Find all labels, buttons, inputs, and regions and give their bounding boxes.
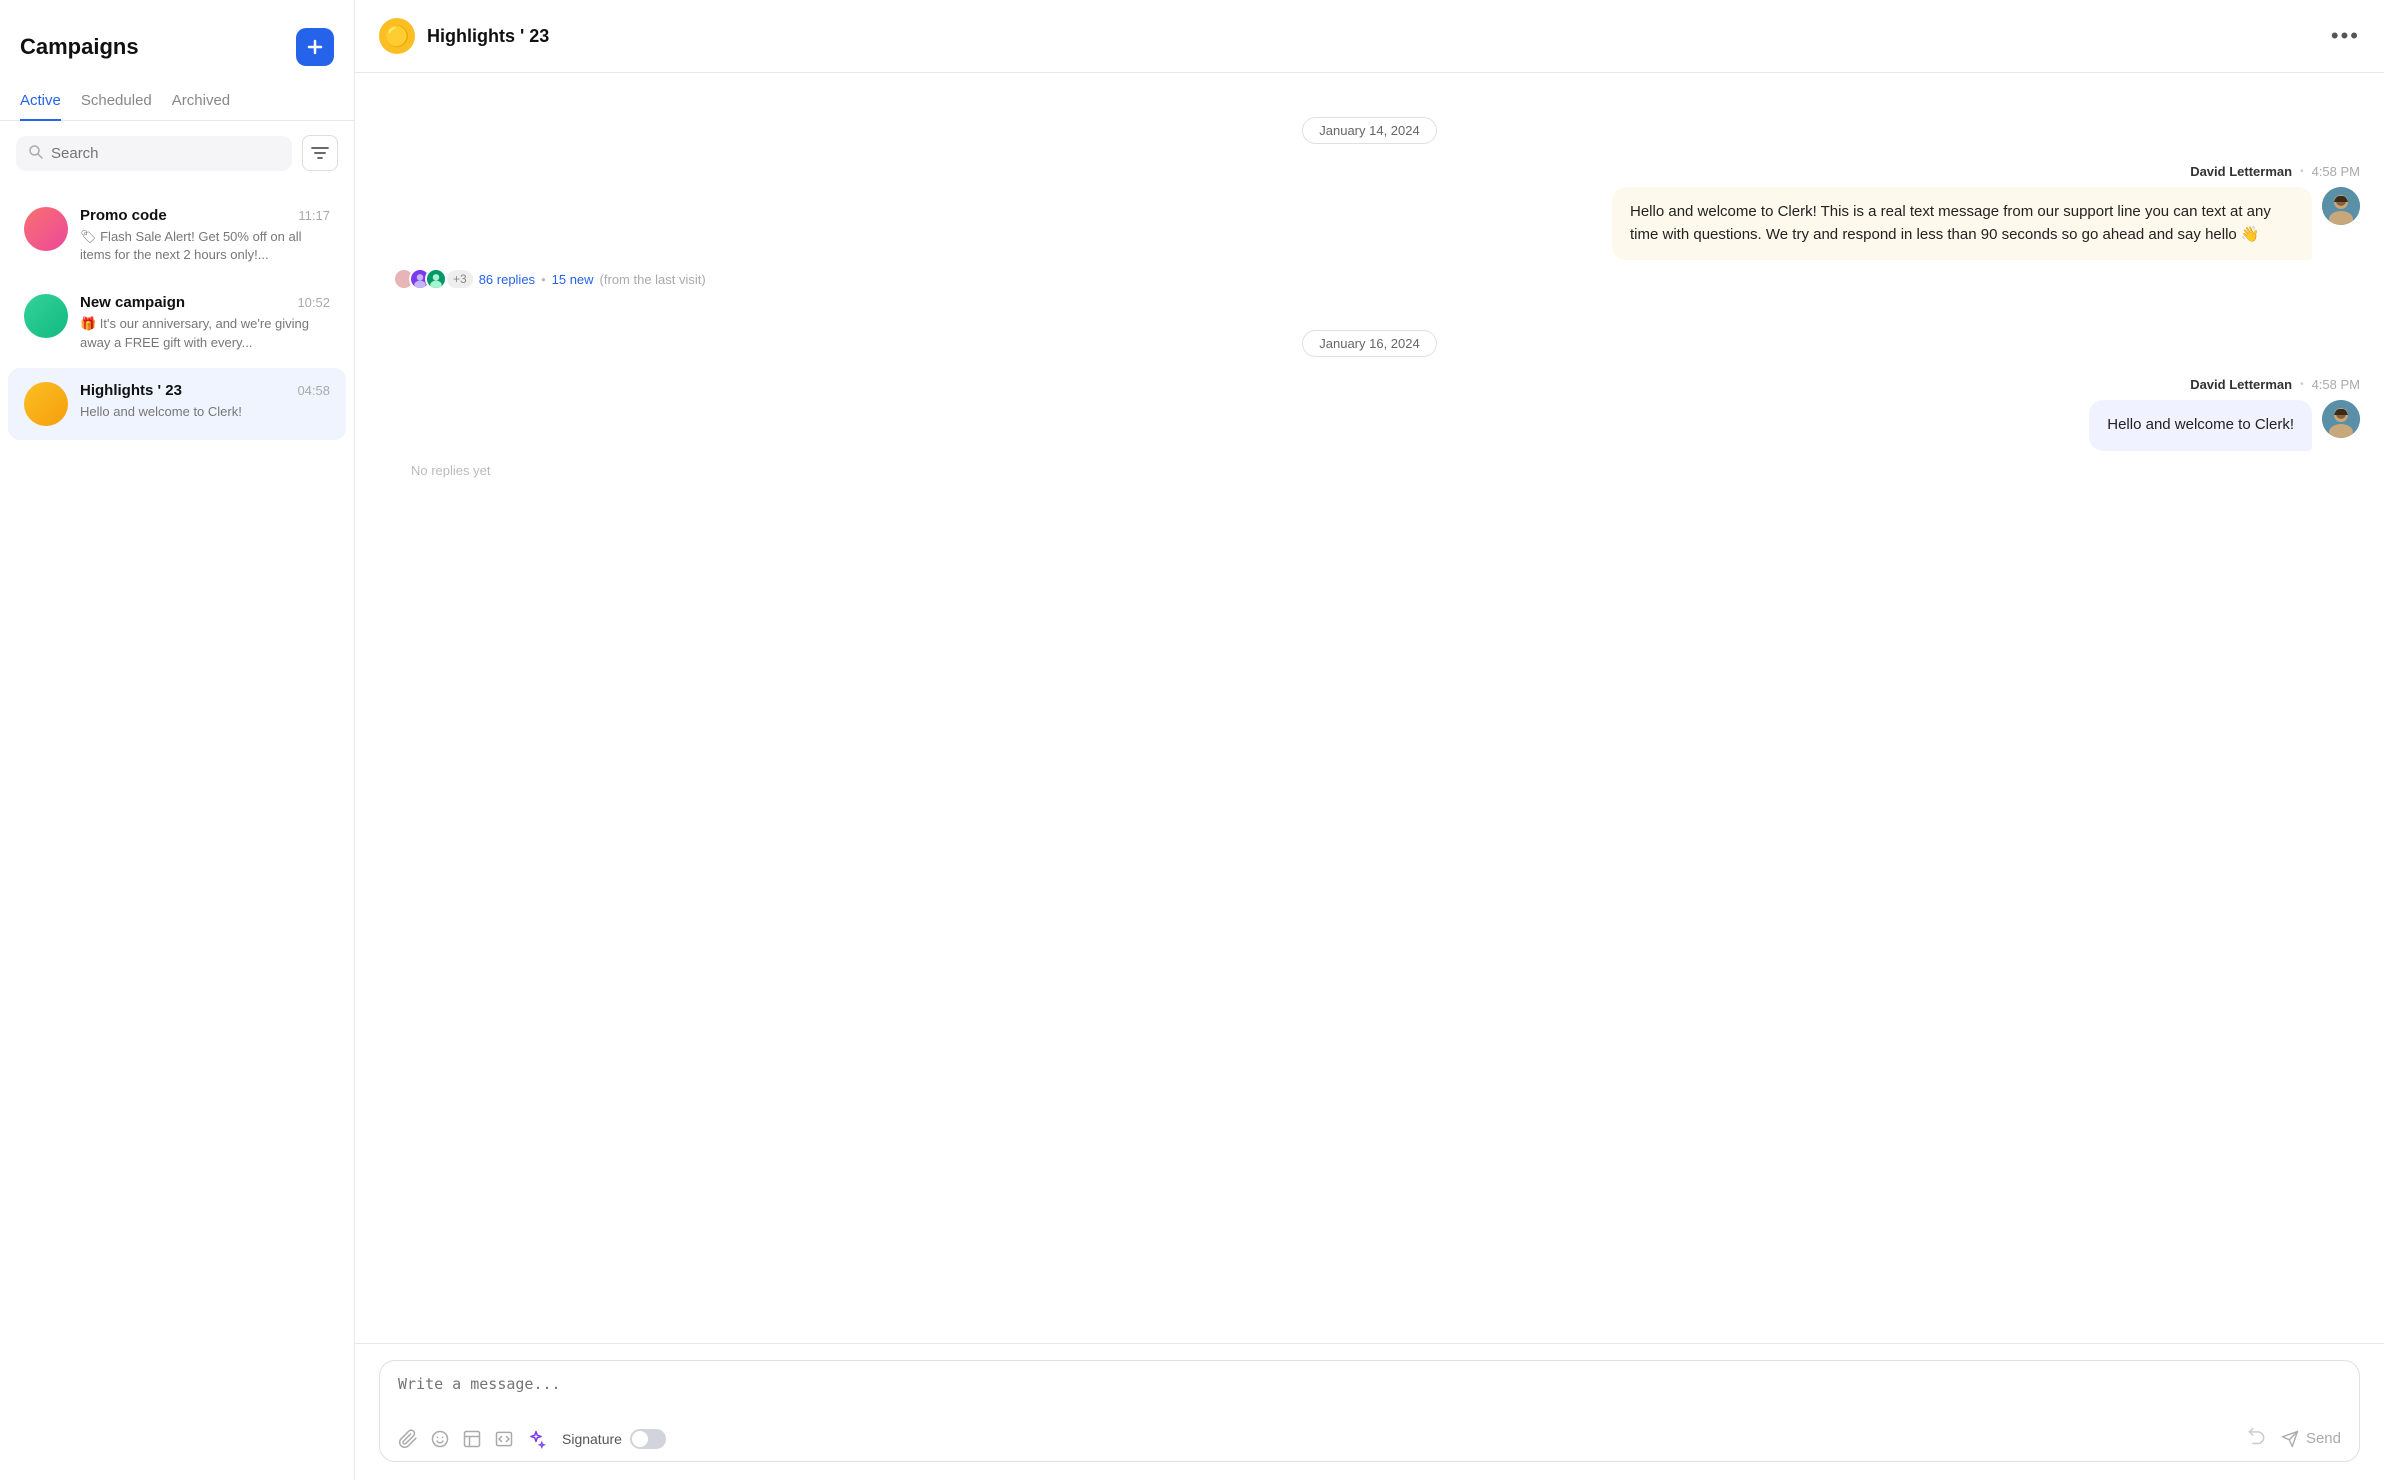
date-divider-jan16: January 16, 2024 [379,330,2360,357]
sender-row-2: David Letterman • 4:58 PM [379,377,2360,392]
compose-toolbar: Signature Send [398,1426,2341,1451]
campaign-top-promo: Promo code 11:17 [80,207,330,224]
replies-new-1: 15 new [552,272,594,287]
add-campaign-button[interactable] [296,28,334,66]
campaign-name-new: New campaign [80,294,185,311]
undo-button[interactable] [2247,1426,2267,1451]
sidebar: Campaigns Active Scheduled Archived [0,0,355,1480]
message-group-2: David Letterman • 4:58 PM Hello and welc… [379,377,2360,478]
tab-scheduled[interactable]: Scheduled [81,82,152,121]
filter-icon [311,146,329,160]
sender-name-1: David Letterman [2190,164,2292,179]
replies-from-1: (from the last visit) [600,272,706,287]
tab-bar: Active Scheduled Archived [0,82,354,121]
message-bubble-1: Hello and welcome to Clerk! This is a re… [1612,187,2312,260]
campaign-preview-highlights: Hello and welcome to Clerk! [80,403,330,421]
sidebar-header: Campaigns [0,0,354,82]
user-avatar-1 [2322,187,2360,225]
channel-avatar: 🟡 [379,18,415,54]
avatar-highlights [24,382,68,426]
emoji-icon[interactable] [430,1429,450,1449]
user-avatar-2 [2322,400,2360,438]
campaign-time-new: 10:52 [297,295,330,310]
tab-archived[interactable]: Archived [172,82,230,121]
message-bubble-2: Hello and welcome to Clerk! [2089,400,2312,451]
signature-toggle: Signature [562,1429,666,1449]
toggle-knob [632,1431,648,1447]
search-input[interactable] [51,145,280,162]
replies-row-1[interactable]: +3 86 replies • 15 new (from the last vi… [379,268,2360,290]
campaign-preview-promo: 🏷 Flash Sale Alert! Get 50% off on all i… [80,228,330,264]
channel-title: 🟡 Highlights ' 23 [379,18,549,54]
reply-avatar-icon-1c [427,270,445,288]
no-replies-row-2: No replies yet [379,459,2360,478]
template-icon[interactable] [462,1429,482,1449]
signature-label: Signature [562,1431,622,1447]
main-header: 🟡 Highlights ' 23 ••• [355,0,2384,73]
message-group-1: David Letterman • 4:58 PM Hello and welc… [379,164,2360,290]
date-divider-jan14: January 14, 2024 [379,117,2360,144]
search-icon [28,144,43,163]
channel-name: Highlights ' 23 [427,26,549,47]
compose-area: Signature Send [355,1343,2384,1480]
tab-active[interactable]: Active [20,82,61,121]
sender-name-2: David Letterman [2190,377,2292,392]
messages-area: January 14, 2024 David Letterman • 4:58 … [355,73,2384,1343]
sender-row-1: David Letterman • 4:58 PM [379,164,2360,179]
signature-toggle-switch[interactable] [630,1429,666,1449]
no-replies-label-2: No replies yet [393,463,490,478]
date-label-jan14: January 14, 2024 [1302,117,1436,144]
reply-avatar-1c [425,268,447,290]
campaign-item-promo[interactable]: Promo code 11:17 🏷 Flash Sale Alert! Get… [8,193,346,278]
campaign-top-highlights: Highlights ' 23 04:58 [80,382,330,399]
campaign-item-highlights[interactable]: Highlights ' 23 04:58 Hello and welcome … [8,368,346,440]
main-panel: 🟡 Highlights ' 23 ••• January 14, 2024 D… [355,0,2384,1480]
filter-button[interactable] [302,135,338,171]
campaign-info-promo: Promo code 11:17 🏷 Flash Sale Alert! Get… [80,207,330,264]
message-row-1: Hello and welcome to Clerk! This is a re… [379,187,2360,260]
send-icon [2281,1430,2299,1448]
campaign-list: Promo code 11:17 🏷 Flash Sale Alert! Get… [0,185,354,1480]
campaign-time-highlights: 04:58 [297,383,330,398]
avatar-new [24,294,68,338]
reply-plus-badge-1: +3 [447,270,473,288]
campaign-name-promo: Promo code [80,207,167,224]
sidebar-title: Campaigns [20,34,139,60]
campaign-time-promo: 11:17 [298,208,330,223]
plus-icon [306,38,324,56]
send-button[interactable]: Send [2281,1430,2341,1448]
attachment-icon[interactable] [398,1429,418,1449]
search-box[interactable] [16,136,292,171]
campaign-info-new: New campaign 10:52 🎁 It's our anniversar… [80,294,330,351]
replies-count-1: 86 replies [479,272,535,287]
send-label: Send [2306,1430,2341,1447]
avatar-promo [24,207,68,251]
code-icon[interactable] [494,1429,514,1449]
date-label-jan16: January 16, 2024 [1302,330,1436,357]
user-avatar-icon-1 [2322,187,2360,225]
campaign-item-new[interactable]: New campaign 10:52 🎁 It's our anniversar… [8,280,346,365]
user-avatar-icon-2 [2322,400,2360,438]
search-row [0,121,354,185]
campaign-top-new: New campaign 10:52 [80,294,330,311]
compose-input[interactable] [398,1375,2341,1411]
campaign-preview-new: 🎁 It's our anniversary, and we're giving… [80,315,330,351]
compose-box[interactable]: Signature Send [379,1360,2360,1462]
message-row-2: Hello and welcome to Clerk! [379,400,2360,451]
campaign-name-highlights: Highlights ' 23 [80,382,182,399]
sender-time-1: 4:58 PM [2312,164,2360,179]
sender-time-2: 4:58 PM [2312,377,2360,392]
magic-icon[interactable] [526,1429,546,1449]
reply-avatars-1: +3 [393,268,473,290]
campaign-info-highlights: Highlights ' 23 04:58 Hello and welcome … [80,382,330,421]
more-options-button[interactable]: ••• [2331,23,2360,49]
send-row: Send [2247,1426,2341,1451]
